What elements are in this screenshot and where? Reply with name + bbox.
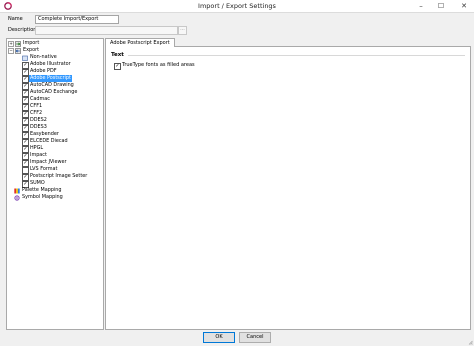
- tree-item-label: AutoCAD Drawing: [30, 82, 74, 88]
- title-bar: Import / Export Settings – ☐ ✕: [0, 0, 474, 13]
- symbol-icon: [14, 194, 20, 201]
- tree-item-label: Impact JViewer: [30, 159, 67, 165]
- tree-item-checkbox[interactable]: ✓: [22, 152, 29, 160]
- tree-item-label: Easybender: [30, 131, 59, 137]
- tree-item-label: CFF2: [30, 110, 43, 116]
- tree-item-label: DDES3: [30, 124, 47, 130]
- cancel-button[interactable]: Cancel: [239, 332, 271, 343]
- tree-item-label: Adobe Illustrator: [30, 61, 71, 67]
- collapse-icon[interactable]: −: [8, 48, 14, 54]
- tree-item-label: ELCEDE Diecad: [30, 138, 68, 144]
- tree-item-checkbox[interactable]: ✓: [22, 82, 29, 90]
- maximize-button[interactable]: ☐: [433, 0, 449, 12]
- export-icon: [15, 47, 21, 54]
- tree-item-checkbox[interactable]: ✓: [22, 173, 29, 181]
- tree-item-label: Impact: [30, 152, 47, 158]
- tree-item-label: Adobe Postscript: [29, 75, 72, 82]
- description-input[interactable]: [35, 26, 178, 35]
- group-title-text: Text: [111, 52, 124, 58]
- tree-item-checkbox[interactable]: ✓: [22, 159, 29, 167]
- tree-label-symbol-mapping: Symbol Mapping: [22, 194, 63, 200]
- tree-item-checkbox[interactable]: ✓: [22, 103, 29, 111]
- tree-item-label: DDES2: [30, 117, 47, 123]
- group-divider: [128, 55, 465, 56]
- folder-icon: [22, 55, 28, 61]
- tree-item-checkbox[interactable]: ✓: [22, 96, 29, 104]
- expand-icon[interactable]: +: [8, 41, 14, 47]
- truetype-checkbox[interactable]: ✓: [114, 62, 121, 70]
- tree-item-checkbox[interactable]: ✓: [22, 131, 29, 139]
- name-input[interactable]: Complete Import/Export: [35, 15, 119, 24]
- tree-item-label: Adobe PDF: [30, 68, 57, 74]
- settings-tree[interactable]: + Import − Export Non-native ✓ Adobe Illu…: [6, 38, 104, 330]
- description-label: Description: [8, 27, 37, 33]
- tree-item-label: Cadmac: [30, 96, 50, 102]
- tree-item-label: HPGL: [30, 145, 44, 151]
- tree-item-checkbox[interactable]: ✓: [22, 145, 29, 153]
- tree-item-checkbox[interactable]: [22, 166, 29, 174]
- tree-item-checkbox[interactable]: ✓: [22, 68, 29, 76]
- name-label: Name: [8, 16, 23, 22]
- tab-adobe-postscript-export[interactable]: Adobe Postscript Export: [105, 38, 175, 47]
- tree-item-label: Postscript Image Setter: [30, 173, 88, 179]
- tree-label-import: Import: [23, 40, 40, 46]
- window-title: Import / Export Settings: [198, 2, 276, 10]
- tree-item-checkbox[interactable]: ✓: [22, 75, 29, 83]
- palette-icon: [14, 188, 20, 193]
- tree-item-label: LVS Format: [30, 166, 58, 172]
- tree-item-checkbox[interactable]: ✓: [22, 110, 29, 118]
- tree-item-checkbox[interactable]: ✓: [22, 117, 29, 125]
- tree-label-non-native: Non-native: [30, 54, 57, 60]
- settings-panel: Text ✓ TrueType fonts as filled areas: [105, 46, 471, 330]
- tree-label-export: Export: [23, 47, 40, 53]
- resize-grip-icon[interactable]: [468, 340, 473, 345]
- tree-item-checkbox[interactable]: ✓: [22, 138, 29, 146]
- truetype-option-label: TrueType fonts as filled areas: [122, 62, 195, 68]
- tree-item-label: SUMO: [30, 180, 45, 186]
- description-browse-button[interactable]: ...: [178, 26, 187, 35]
- import-icon: [15, 40, 21, 47]
- tree-label-palette-mapping: Palette Mapping: [22, 187, 62, 193]
- tree-item-checkbox[interactable]: ✓: [22, 89, 29, 97]
- tree-item-label: AutoCAD Exchange: [30, 89, 78, 95]
- tree-item-checkbox[interactable]: ✓: [22, 124, 29, 132]
- minimize-button[interactable]: –: [413, 0, 429, 12]
- close-button[interactable]: ✕: [454, 0, 474, 12]
- tree-item-label: CFF1: [30, 103, 43, 109]
- tree-item-checkbox[interactable]: ✓: [22, 61, 29, 69]
- ok-button[interactable]: OK: [203, 332, 235, 343]
